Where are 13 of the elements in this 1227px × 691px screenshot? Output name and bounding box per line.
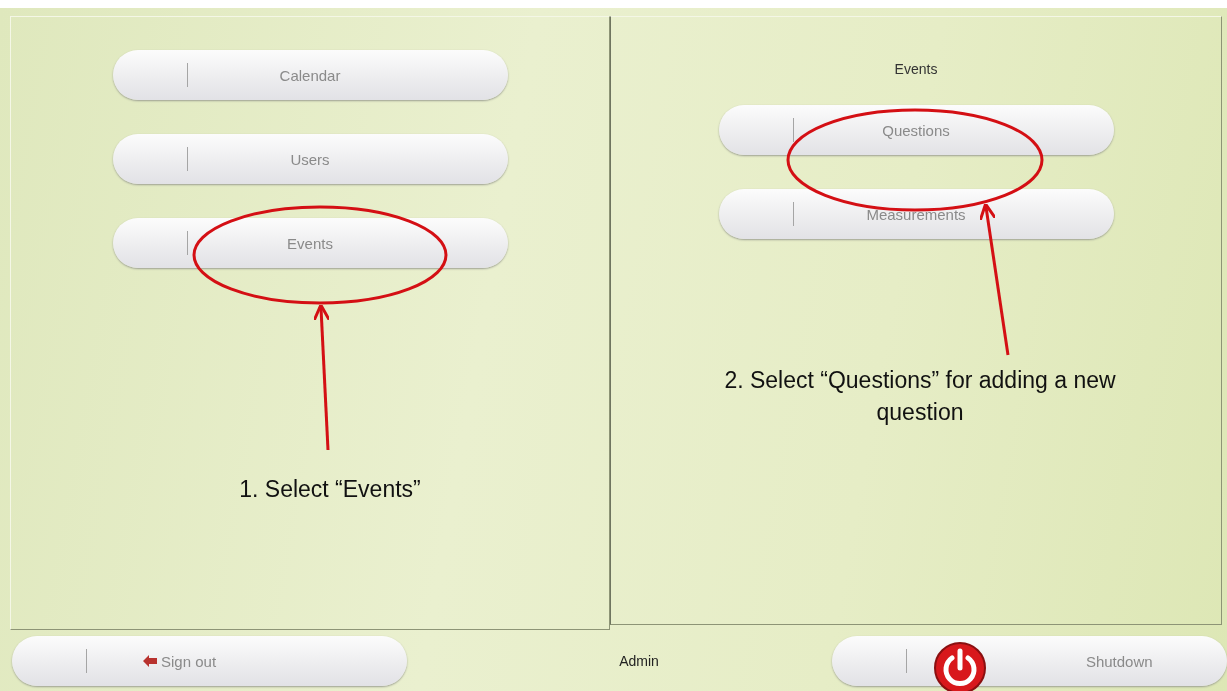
user-name: Admin bbox=[619, 653, 660, 669]
annotation-text: 2. Select “Questions” for adding a new question bbox=[723, 366, 1117, 427]
sign-out-button[interactable]: Sign out bbox=[12, 636, 408, 686]
menu-button[interactable]: Events bbox=[112, 218, 508, 268]
menu-button[interactable]: Users bbox=[112, 134, 508, 184]
annotation-text: 1. Select “Events” bbox=[238, 476, 422, 503]
arrow-icon bbox=[143, 655, 158, 667]
panel-title: Events bbox=[894, 61, 938, 77]
menu-button[interactable]: Calendar bbox=[112, 50, 508, 100]
shutdown-button[interactable]: Shutdown bbox=[831, 636, 1227, 686]
menu-button[interactable]: Questions bbox=[718, 105, 1114, 155]
menu-button[interactable]: Measurements bbox=[718, 189, 1114, 239]
power-icon[interactable] bbox=[933, 641, 987, 691]
